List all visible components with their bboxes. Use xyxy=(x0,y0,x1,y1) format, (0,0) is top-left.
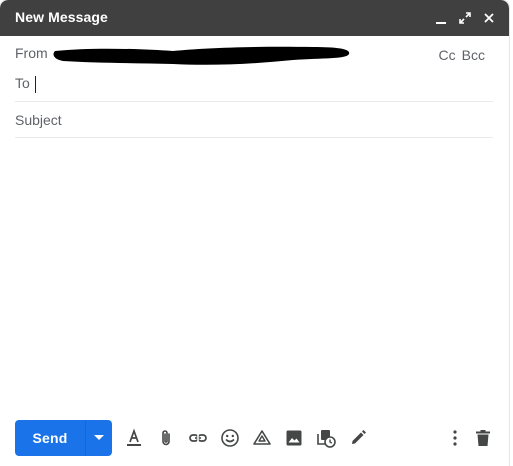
close-icon[interactable] xyxy=(479,8,499,28)
from-row: From Cc Bcc xyxy=(15,45,493,65)
attach-icon[interactable] xyxy=(154,426,178,450)
cc-bcc-links: Cc Bcc xyxy=(439,47,485,63)
bcc-link[interactable]: Bcc xyxy=(462,47,485,63)
delete-icon[interactable] xyxy=(471,426,495,450)
compose-title: New Message xyxy=(15,9,108,25)
confidential-icon[interactable] xyxy=(314,426,338,450)
photo-icon[interactable] xyxy=(282,426,306,450)
link-icon[interactable] xyxy=(186,426,210,450)
expand-icon[interactable] xyxy=(455,8,475,28)
send-options-dropdown[interactable] xyxy=(86,420,112,456)
send-button-label: Send xyxy=(32,430,68,446)
cc-link[interactable]: Cc xyxy=(439,47,456,63)
emoji-icon[interactable] xyxy=(218,426,242,450)
send-button[interactable]: Send xyxy=(15,420,112,456)
compose-window: New Message From Cc Bcc To Subject Send xyxy=(0,0,509,466)
to-field[interactable] xyxy=(35,74,475,94)
to-label: To xyxy=(15,75,30,91)
text-format-icon[interactable] xyxy=(122,426,146,450)
text-caret xyxy=(35,76,36,93)
redacted-sender-address xyxy=(53,46,350,65)
subject-row xyxy=(15,110,493,138)
signature-icon[interactable] xyxy=(346,426,370,450)
to-row: To xyxy=(15,74,493,102)
more-options-icon[interactable] xyxy=(443,426,467,450)
drive-icon[interactable] xyxy=(250,426,274,450)
chevron-down-icon xyxy=(94,435,104,440)
from-label: From xyxy=(15,45,48,61)
subject-field[interactable] xyxy=(15,110,485,130)
message-body[interactable] xyxy=(15,145,493,407)
minimize-icon[interactable] xyxy=(431,8,451,28)
compose-titlebar[interactable]: New Message xyxy=(0,0,509,36)
